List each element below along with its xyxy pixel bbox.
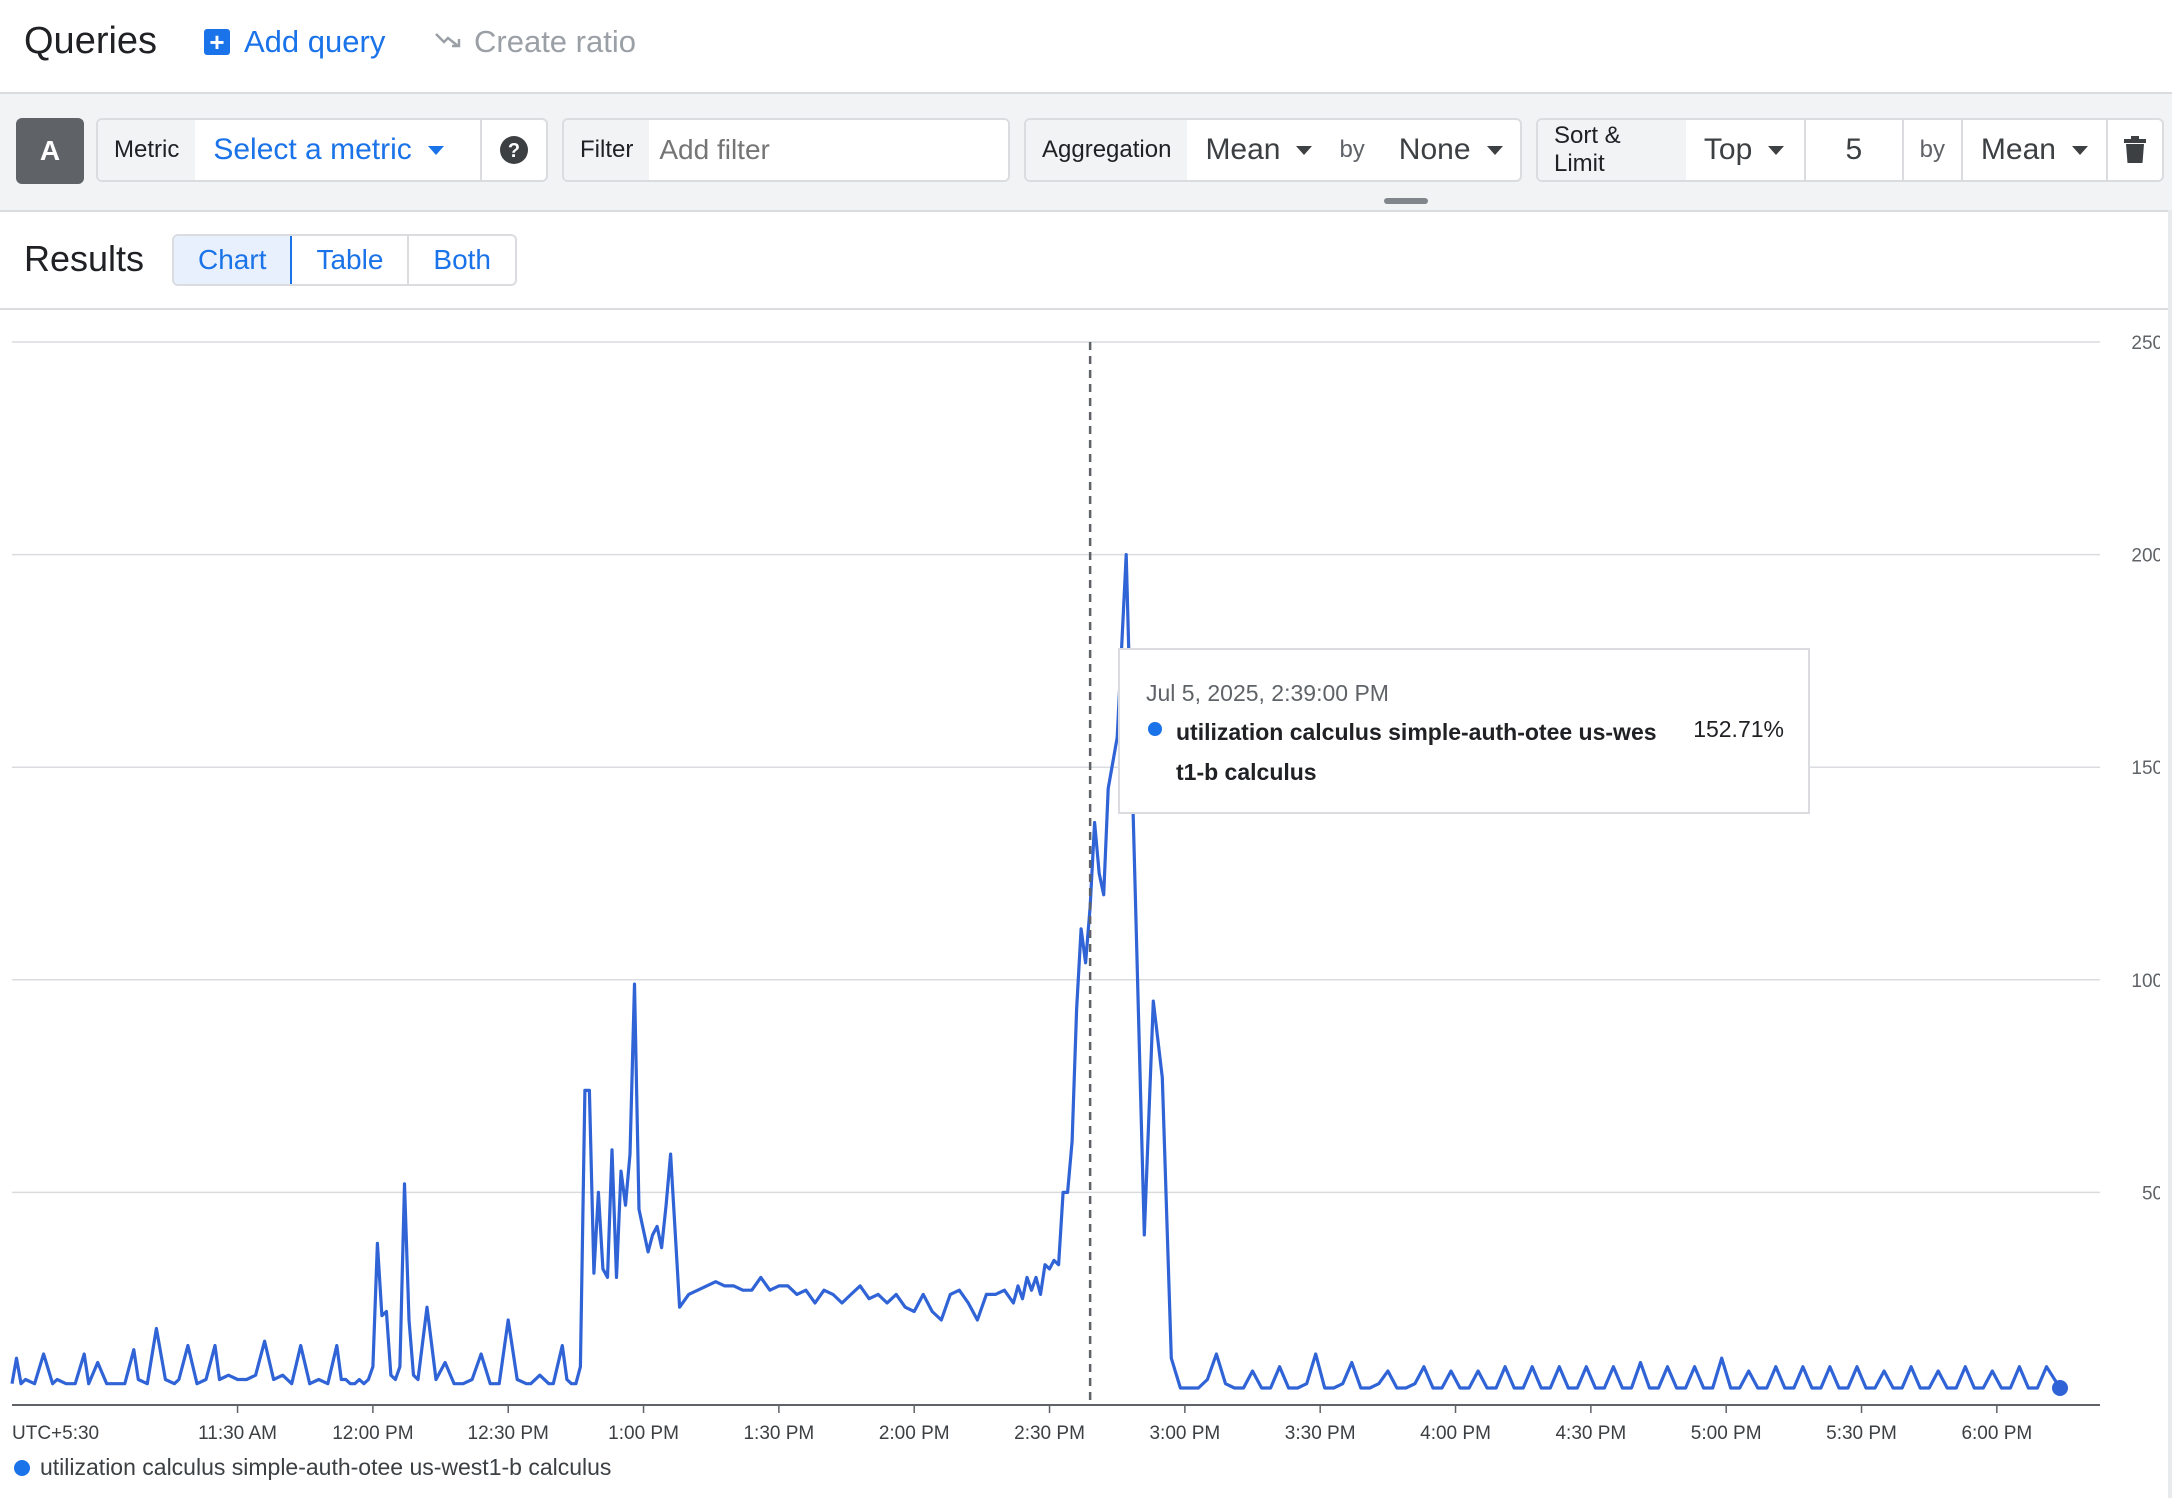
legend-color-dot — [14, 1459, 30, 1476]
timezone-label: UTC+5:30 — [12, 1423, 99, 1440]
limit-input[interactable]: 5 — [1806, 120, 1902, 180]
tooltip-time: Jul 5, 2025, 2:39:00 PM — [1146, 680, 1389, 706]
legend-series-label: utilization calculus simple-auth-otee us… — [40, 1454, 612, 1480]
series-color-dot — [1148, 722, 1162, 736]
by-label: by — [1323, 120, 1381, 180]
sort-direction-dropdown[interactable]: Top — [1686, 120, 1804, 180]
help-button[interactable]: ? — [482, 120, 546, 180]
time-series-chart[interactable]: 050%100%150%200%250%11:30 AM12:00 PM12:3… — [0, 310, 2160, 1440]
x-tick-label: 5:00 PM — [1691, 1423, 1762, 1440]
resize-handle[interactable] — [1384, 198, 1428, 204]
tooltip-value: 152.71% — [1693, 716, 1784, 742]
chevron-down-icon — [2071, 145, 2088, 155]
aggregation-dropdown[interactable]: Mean — [1187, 120, 1323, 180]
x-tick-label: 5:30 PM — [1826, 1423, 1897, 1440]
x-tick-label: 6:00 PM — [1961, 1423, 2032, 1440]
metric-selector[interactable]: Metric Select a metric ? — [96, 118, 548, 182]
y-tick-label: 150% — [2131, 758, 2160, 779]
chevron-down-icon — [427, 145, 444, 155]
series-end-point — [2052, 1379, 2068, 1396]
sort-by-dropdown[interactable]: Mean — [1963, 120, 2106, 180]
tooltip-series-name: utilization calculus simple-auth-otee us… — [1176, 712, 1676, 792]
tooltip-series-name-line1: utilization calculus simple-auth-otee us… — [1176, 719, 1657, 745]
tab-chart[interactable]: Chart — [174, 236, 293, 284]
query-letter-badge[interactable]: A — [16, 118, 84, 184]
x-tick-label: 12:30 PM — [468, 1423, 549, 1440]
chart-legend[interactable]: utilization calculus simple-auth-otee us… — [14, 1454, 611, 1481]
by-label: by — [1903, 120, 1962, 180]
aggregation-label: Aggregation — [1026, 120, 1188, 180]
x-tick-label: 2:30 PM — [1014, 1423, 1085, 1440]
aggregation-value: Mean — [1205, 133, 1281, 166]
filter-label: Filter — [564, 120, 650, 180]
x-tick-label: 3:30 PM — [1285, 1423, 1356, 1440]
create-ratio-button[interactable]: Create ratio — [434, 24, 636, 60]
x-tick-label: 3:00 PM — [1149, 1423, 1220, 1440]
chevron-down-icon — [1486, 145, 1503, 155]
sort-limit-selector[interactable]: Sort & Limit Top 5 by Mean — [1536, 118, 2164, 182]
add-icon: + — [204, 29, 230, 55]
metric-dropdown[interactable]: Select a metric — [195, 120, 461, 180]
tab-both[interactable]: Both — [409, 236, 515, 284]
x-tick-label: 1:30 PM — [743, 1423, 814, 1440]
add-query-label: Add query — [244, 24, 386, 59]
y-tick-label: 250% — [2131, 333, 2160, 354]
sort-by-value: Mean — [1980, 133, 2056, 166]
ratio-arrow-icon — [434, 24, 462, 60]
x-tick-label: 12:00 PM — [332, 1423, 413, 1440]
add-query-button[interactable]: + Add query — [204, 24, 385, 60]
queries-title: Queries — [24, 20, 158, 62]
help-circle-icon: ? — [500, 136, 528, 164]
sort-direction-value: Top — [1703, 133, 1753, 166]
create-ratio-label: Create ratio — [474, 24, 636, 59]
results-title: Results — [24, 238, 145, 279]
x-tick-label: 4:00 PM — [1420, 1423, 1491, 1440]
y-tick-label: 100% — [2131, 971, 2160, 992]
svg-text:?: ? — [508, 140, 520, 162]
trash-icon — [2123, 136, 2146, 163]
tooltip-series-name-line2: t1-b calculus — [1176, 759, 1317, 785]
metric-value: Select a metric — [213, 133, 412, 166]
y-tick-label: 50% — [2142, 1183, 2160, 1204]
chevron-down-icon — [1768, 145, 1785, 155]
query-row: A Metric Select a metric ? Filter Aggreg… — [0, 94, 2172, 212]
delete-query-button[interactable] — [2108, 120, 2162, 180]
x-tick-label: 4:30 PM — [1555, 1423, 1626, 1440]
tab-table[interactable]: Table — [292, 236, 410, 284]
hover-tooltip: Jul 5, 2025, 2:39:00 PM utilization calc… — [1118, 648, 1810, 814]
metric-label: Metric — [98, 120, 196, 180]
filter-field[interactable]: Filter — [562, 118, 1010, 182]
sort-limit-label: Sort & Limit — [1538, 120, 1686, 180]
chevron-down-icon — [1296, 145, 1313, 155]
group-by-value: None — [1398, 133, 1471, 166]
y-tick-label: 200% — [2131, 546, 2160, 567]
filter-input[interactable] — [649, 120, 1008, 180]
x-tick-label: 2:00 PM — [879, 1423, 950, 1440]
aggregation-selector[interactable]: Aggregation Mean by None — [1024, 118, 1522, 182]
scrollbar[interactable] — [2168, 210, 2172, 1498]
x-tick-label: 11:30 AM — [198, 1423, 277, 1440]
group-by-dropdown[interactable]: None — [1381, 120, 1520, 180]
view-toggle[interactable]: Chart Table Both — [172, 234, 518, 286]
x-tick-label: 1:00 PM — [608, 1423, 679, 1440]
